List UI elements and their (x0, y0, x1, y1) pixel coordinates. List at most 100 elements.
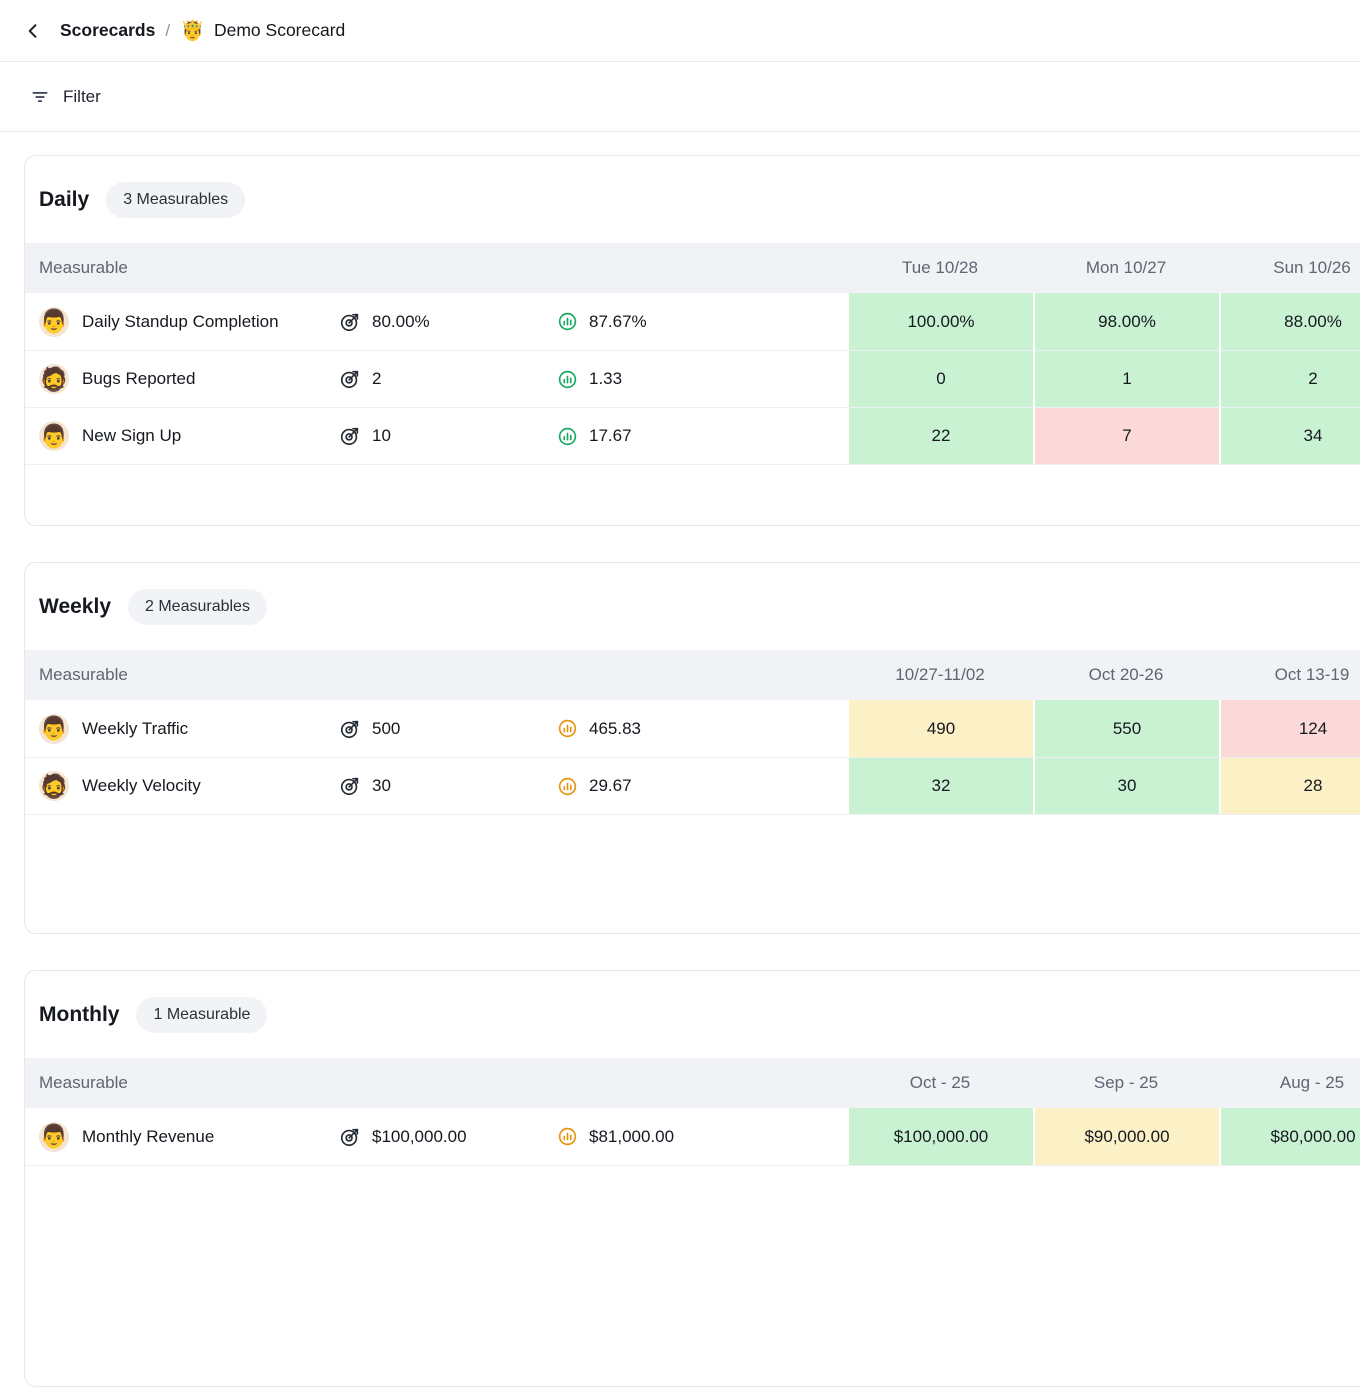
scorecard-section: Daily 3 Measurables Measurable Tue 10/28… (24, 155, 1360, 526)
breadcrumb-scorecards[interactable]: Scorecards (60, 20, 155, 41)
goal-target-icon (339, 718, 361, 740)
goal-cell: 30 (325, 758, 545, 814)
average-chart-icon (557, 426, 578, 447)
table-header-row: Measurable 10/27-11/02 Oct 20-26 Oct 13-19 (25, 650, 1360, 700)
goal-value: 2 (372, 369, 382, 388)
score-cell[interactable]: 550 (1033, 700, 1219, 757)
average-cell: 29.67 (545, 758, 847, 814)
score-cell[interactable]: 1 (1033, 351, 1219, 407)
filter-button[interactable]: Filter (30, 87, 101, 107)
average-cell: 87.67% (545, 293, 847, 350)
score-cell[interactable]: 32 (847, 758, 1033, 814)
owner-avatar: 🧔 (39, 771, 69, 801)
average-cell: 17.67 (545, 408, 847, 464)
scorecard-sections: Daily 3 Measurables Measurable Tue 10/28… (0, 132, 1360, 1387)
goal-value: 500 (372, 718, 401, 738)
section-title: Weekly (39, 595, 111, 618)
date-column-header: Oct 20-26 (1088, 665, 1164, 684)
table-body: 👨 Daily Standup Completion 80.00% 87.67% (25, 293, 1360, 465)
back-button[interactable] (16, 14, 50, 48)
average-value: 465.83 (589, 718, 641, 738)
owner-avatar: 👨 (39, 1121, 69, 1152)
owner-avatar: 👨 (39, 713, 69, 744)
measurable-name[interactable]: New Sign Up (82, 426, 181, 446)
goal-value: 30 (372, 776, 391, 795)
measurable-count-badge: 1 Measurable (136, 997, 268, 1033)
average-cell: 465.83 (545, 700, 847, 757)
goal-cell: 10 (325, 408, 545, 464)
score-cell[interactable]: $100,000.00 (847, 1108, 1033, 1165)
filter-bar: Filter (0, 62, 1360, 132)
score-cell[interactable]: 34 (1219, 408, 1360, 464)
score-cell[interactable]: $90,000.00 (1033, 1108, 1219, 1165)
average-value: 87.67% (589, 311, 647, 331)
section-header: Daily 3 Measurables (25, 156, 1360, 243)
score-cells: 012 (847, 351, 1360, 407)
average-value: 17.67 (589, 426, 632, 445)
measurable-count-badge: 3 Measurables (106, 182, 246, 218)
goal-cell: 2 (325, 351, 545, 407)
score-cell[interactable]: 88.00% (1219, 293, 1360, 350)
measurable-name[interactable]: Weekly Velocity (82, 776, 201, 796)
measurable-name[interactable]: Weekly Traffic (82, 719, 188, 739)
average-value: 1.33 (589, 369, 623, 388)
measurable-cell: 🧔 Weekly Velocity (25, 758, 325, 814)
chevron-left-icon (23, 21, 43, 41)
filter-lines-icon (30, 87, 50, 107)
measurable-cell: 👨 New Sign Up (25, 408, 325, 464)
date-column-header: 10/27-11/02 (895, 665, 985, 684)
score-cells: 490 550 124 (847, 700, 1360, 757)
scorecard-section: Monthly 1 Measurable Measurable Oct - 25… (24, 970, 1360, 1387)
score-cell[interactable]: 7 (1033, 408, 1219, 464)
score-cell[interactable]: 0 (847, 351, 1033, 407)
score-cells: 22 7 34 (847, 408, 1360, 464)
filter-label: Filter (63, 86, 101, 106)
score-cell[interactable]: 2 (1219, 351, 1360, 407)
score-cells: 32 30 28 (847, 758, 1360, 814)
owner-avatar: 🧔 (39, 364, 69, 394)
goal-value: 80.00% (372, 311, 430, 331)
measurable-name[interactable]: Bugs Reported (82, 369, 195, 389)
table-body: 👨 Weekly Traffic 500 465.83 490 550 124 … (25, 700, 1360, 815)
measurable-row: 🧔 Weekly Velocity 30 29.67 32 30 28 (25, 757, 1360, 814)
section-title: Daily (39, 188, 90, 211)
date-column-header: Tue 10/28 (902, 258, 978, 277)
measurable-count-badge: 2 Measurables (128, 589, 267, 625)
table-header-row: Measurable Oct - 25 Sep - 25 Aug - 25 (25, 1058, 1360, 1108)
section-header: Monthly 1 Measurable (25, 971, 1360, 1058)
measurable-row: 👨 Daily Standup Completion 80.00% 87.67% (25, 293, 1360, 350)
table-header-row: Measurable Tue 10/28 Mon 10/27 Sun 10/26 (25, 243, 1360, 293)
table-body: 👨 Monthly Revenue $100,000.00 $81,000.00 (25, 1108, 1360, 1166)
score-cell[interactable]: 98.00% (1033, 293, 1219, 350)
date-column-headers: Tue 10/28 Mon 10/27 Sun 10/26 (847, 258, 1360, 278)
goal-cell: 80.00% (325, 293, 545, 350)
goal-target-icon (339, 368, 361, 390)
measurable-row: 👨 New Sign Up 10 17.67 22 7 34 (25, 407, 1360, 464)
measurable-name[interactable]: Daily Standup Completion (82, 312, 279, 332)
scorecard-emoji: 🤴 (180, 19, 205, 42)
score-cell[interactable]: 490 (847, 700, 1033, 757)
measurable-column-header: Measurable (39, 258, 128, 277)
measurable-cell: 👨 Weekly Traffic (25, 700, 325, 757)
score-cell[interactable]: 30 (1033, 758, 1219, 814)
section-title: Monthly (39, 1003, 120, 1026)
goal-target-icon (339, 775, 361, 797)
owner-avatar: 👨 (39, 306, 69, 337)
score-cell[interactable]: 28 (1219, 758, 1360, 814)
score-cell[interactable]: 100.00% (847, 293, 1033, 350)
goal-cell: 500 (325, 700, 545, 757)
goal-cell: $100,000.00 (325, 1108, 545, 1165)
goal-target-icon (339, 311, 361, 333)
date-column-header: Mon 10/27 (1085, 258, 1167, 277)
score-cell[interactable]: 22 (847, 408, 1033, 464)
average-chart-icon (557, 1126, 578, 1147)
measurable-column-header: Measurable (39, 1073, 128, 1092)
average-value: $81,000.00 (589, 1126, 675, 1146)
date-column-headers: 10/27-11/02 Oct 20-26 Oct 13-19 (847, 665, 1360, 685)
date-column-header: Sep - 25 (1093, 1073, 1159, 1092)
measurable-name[interactable]: Monthly Revenue (82, 1127, 214, 1147)
score-cell[interactable]: 124 (1219, 700, 1360, 757)
score-cell[interactable]: $80,000.00 (1219, 1108, 1360, 1165)
goal-target-icon (339, 425, 361, 447)
date-column-header: Aug - 25 (1279, 1073, 1345, 1092)
